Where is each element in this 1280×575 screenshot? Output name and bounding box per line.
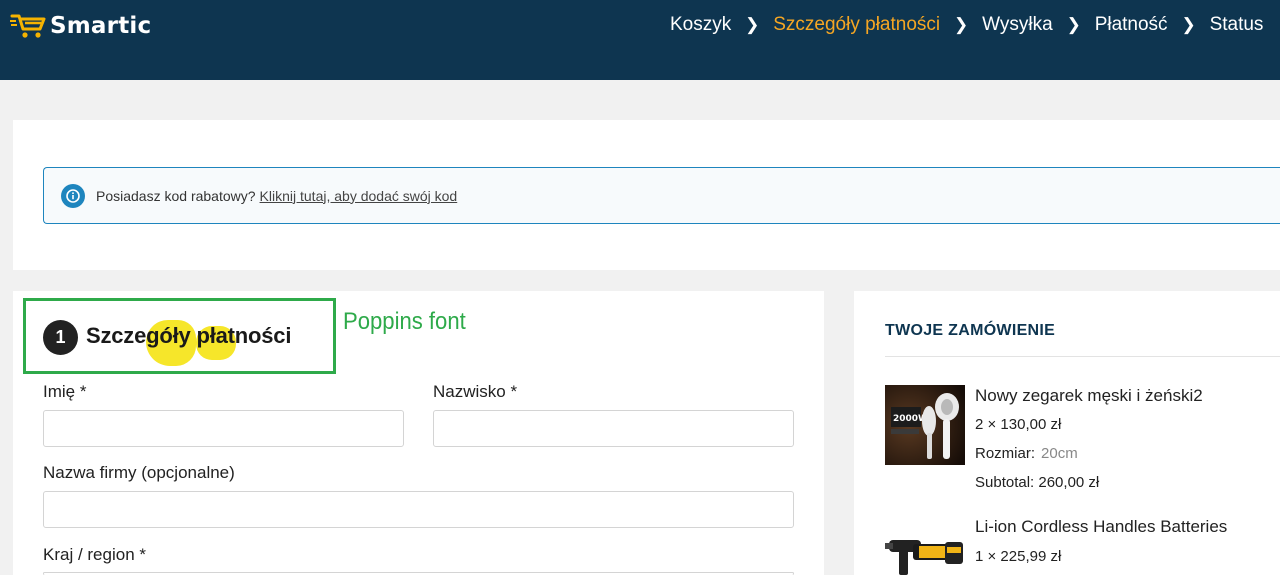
last-name-label: Nazwisko * bbox=[433, 382, 518, 401]
order-item-qty-price: 2 × 130,00 zł bbox=[975, 416, 1062, 433]
first-name-label: Imię * bbox=[43, 382, 87, 401]
country-label: Kraj / region * bbox=[43, 545, 146, 564]
company-field[interactable] bbox=[43, 491, 794, 528]
cordless-drill-image bbox=[885, 520, 965, 575]
order-item-name: Li-ion Cordless Handles Batteries bbox=[975, 517, 1228, 536]
order-item-qty-price: 1 × 225,99 zł bbox=[975, 548, 1062, 565]
coupon-panel: Posiadasz kod rabatowy? Kliknij tutaj, a… bbox=[13, 120, 1280, 270]
step-payment[interactable]: Płatność bbox=[1095, 14, 1168, 36]
chevron-right-icon: ❯ bbox=[1181, 15, 1196, 34]
company-label: Nazwa firmy (opcjonalne) bbox=[43, 463, 235, 482]
order-item-name: Nowy zegarek męski i żeński2 bbox=[975, 386, 1203, 405]
brand-name: Smartic bbox=[50, 13, 152, 39]
site-header: Smartic Koszyk ❯ Szczegóły płatności ❯ W… bbox=[0, 0, 1280, 80]
step-shipping[interactable]: Wysyłka bbox=[982, 14, 1053, 36]
coupon-notice: Posiadasz kod rabatowy? Kliknij tutaj, a… bbox=[43, 167, 1280, 224]
annotation-note: Poppins font bbox=[343, 308, 466, 335]
step-cart[interactable]: Koszyk bbox=[670, 14, 731, 36]
coupon-link[interactable]: Kliknij tutaj, aby dodać swój kod bbox=[260, 188, 458, 204]
brand-logo[interactable]: Smartic bbox=[10, 10, 151, 42]
coupon-question: Posiadasz kod rabatowy? bbox=[96, 187, 256, 204]
annotation-box bbox=[23, 298, 336, 374]
order-item-meta-value: 20cm bbox=[1041, 445, 1078, 462]
order-item-meta-label: Rozmiar: bbox=[975, 445, 1036, 462]
step-billing-details[interactable]: Szczegóły płatności bbox=[773, 14, 940, 36]
order-title: TWOJE ZAMÓWIENIE bbox=[885, 322, 1056, 339]
chevron-right-icon: ❯ bbox=[954, 15, 969, 34]
step-status[interactable]: Status bbox=[1210, 14, 1264, 36]
divider bbox=[885, 356, 1280, 357]
cart-logo-icon bbox=[10, 14, 46, 38]
order-item-subtotal: Subtotal: 260,00 zł bbox=[975, 474, 1100, 491]
hair-dryer-image: 2000W bbox=[885, 385, 965, 465]
order-item-meta: Rozmiar: 20cm bbox=[975, 445, 1078, 462]
info-icon bbox=[61, 183, 85, 208]
chevron-right-icon: ❯ bbox=[1066, 15, 1081, 34]
last-name-field[interactable] bbox=[433, 410, 794, 447]
checkout-steps: Koszyk ❯ Szczegóły płatności ❯ Wysyłka ❯… bbox=[670, 14, 1263, 36]
chevron-right-icon: ❯ bbox=[745, 15, 760, 34]
first-name-field[interactable] bbox=[43, 410, 404, 447]
